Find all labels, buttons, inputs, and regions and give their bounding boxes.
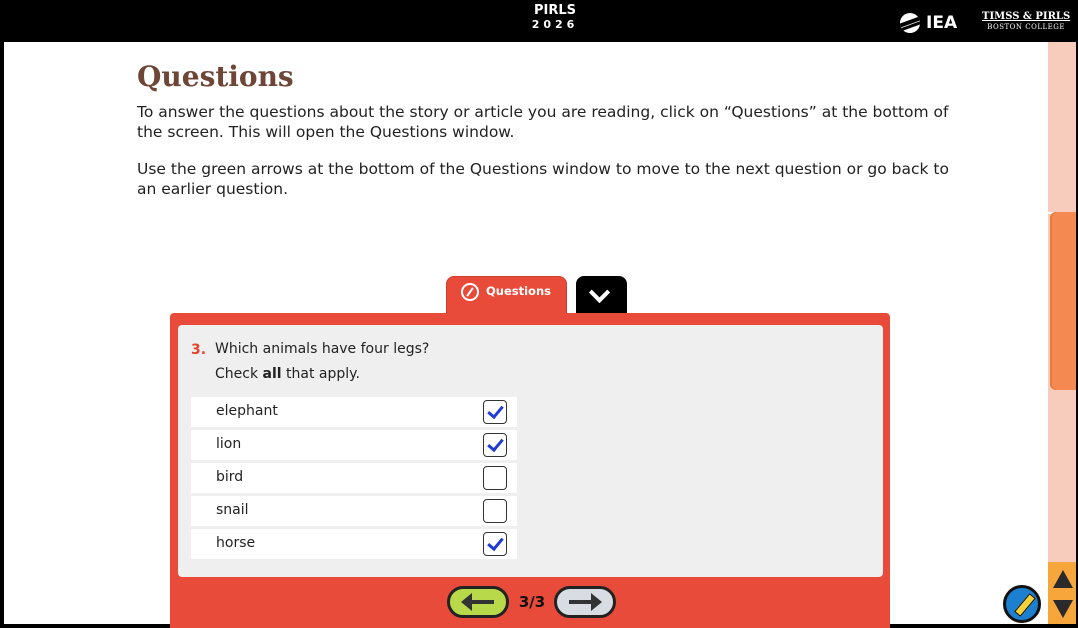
iea-label: IEA — [926, 13, 958, 33]
next-question-button[interactable] — [554, 586, 616, 618]
brand-title: PIRLS — [533, 3, 577, 18]
iea-logo: IEA — [900, 13, 957, 33]
question-pager: 3/3 — [518, 593, 546, 611]
instruction-prefix: Check — [215, 366, 263, 382]
instruction-emphasis: all — [262, 366, 282, 382]
page-title: Questions — [137, 60, 294, 93]
option-row-horse[interactable]: horse — [191, 529, 517, 559]
top-bar: PIRLS 2026 IEA TIMSS & PIRLS BOSTON COLL… — [0, 0, 1078, 42]
option-label: elephant — [216, 403, 278, 419]
pencil-icon — [461, 283, 479, 301]
option-row-elephant[interactable]: elephant — [191, 397, 517, 427]
org-college: BOSTON COLLEGE — [987, 23, 1065, 31]
arrow-right-icon — [569, 593, 602, 611]
brand-year: 2026 — [531, 18, 579, 31]
org-name: TIMSS & PIRLS — [982, 11, 1071, 22]
option-label: snail — [216, 502, 249, 518]
pirls-brand: PIRLS 2026 — [520, 3, 590, 32]
scroll-up-icon[interactable] — [1053, 570, 1073, 588]
option-checkbox[interactable] — [483, 466, 507, 490]
previous-question-button[interactable] — [447, 586, 509, 618]
iea-logo-icon — [900, 13, 920, 33]
tab-questions-label: Questions — [486, 284, 551, 298]
arrow-left-icon — [461, 593, 494, 611]
tab-questions[interactable]: Questions — [446, 276, 567, 314]
collapse-questions-button[interactable] — [576, 276, 627, 314]
option-label: lion — [216, 436, 242, 452]
instruction-suffix: that apply. — [281, 366, 360, 382]
navigation-paragraph: Use the green arrows at the bottom of th… — [137, 160, 949, 198]
option-checkbox[interactable] — [483, 499, 507, 523]
option-row-bird[interactable]: bird — [191, 463, 517, 493]
scroll-down-icon[interactable] — [1053, 600, 1073, 618]
option-row-snail[interactable]: snail — [191, 496, 517, 526]
question-instruction: Check all that apply. — [215, 366, 360, 382]
question-number: 3. — [191, 342, 207, 358]
option-checkbox[interactable] — [483, 532, 507, 556]
option-checkbox[interactable] — [483, 400, 507, 424]
chevron-down-icon — [588, 281, 611, 304]
intro-paragraph: To answer the questions about the story … — [137, 103, 949, 141]
option-row-lion[interactable]: lion — [191, 430, 517, 460]
pen-tool-icon[interactable] — [1003, 585, 1041, 623]
question-text: Which animals have four legs? — [215, 341, 430, 357]
option-label: horse — [216, 535, 256, 551]
timss-pirls-logo: TIMSS & PIRLS BOSTON COLLEGE — [982, 11, 1070, 32]
option-checkbox[interactable] — [483, 433, 507, 457]
scrollbar-thumb[interactable] — [1050, 212, 1076, 390]
option-label: bird — [216, 469, 244, 485]
